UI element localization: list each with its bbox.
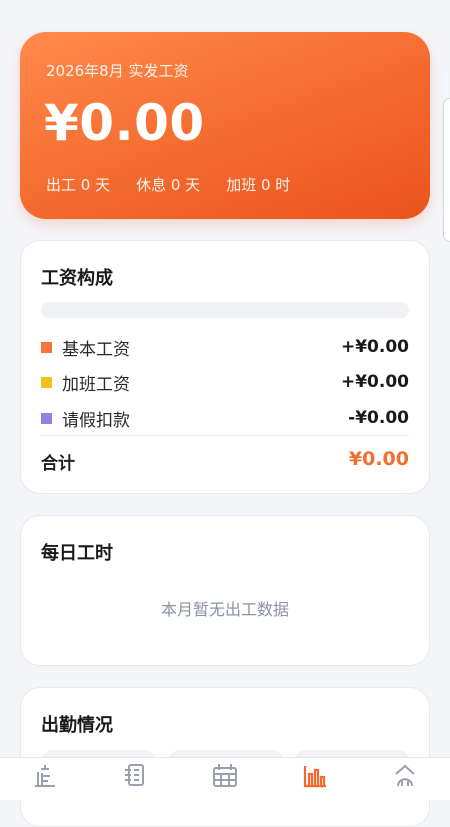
breakdown-item-leave-deduction: 请假扣款 -¥0.00 [41,406,409,431]
rest-days-stat: 休息 0 天 [136,176,201,194]
breakdown-item-label: 基本工资 [62,339,130,360]
daily-hours-card: 每日工时 本月暂无出工数据 [20,515,430,666]
salary-summary-card: 2026年8月 实发工资 ¥0.00 出工 0 天 休息 0 天 加班 0 时 [20,32,430,219]
total-label: 合计 [41,454,75,474]
tab-statistics[interactable] [270,758,360,800]
work-days-stat: 出工 0 天 [46,176,111,194]
legend-swatch [41,376,52,388]
salary-period: 2026年8月 实发工资 [46,62,189,80]
side-drawer-handle[interactable] [443,98,450,242]
empty-state-text: 本月暂无出工数据 [160,600,289,619]
bottom-tab-bar [0,757,450,800]
breakdown-title: 工资构成 [41,268,113,289]
legend-swatch [41,412,52,424]
daily-hours-title: 每日工时 [41,543,113,564]
total-value: ¥0.00 [348,448,409,470]
profile-icon [395,764,415,787]
tab-calendar[interactable] [180,758,270,800]
ledger-icon [125,764,144,786]
home-icon [35,765,55,787]
breakdown-item-value: +¥0.00 [340,372,409,392]
attendance-title: 出勤情况 [41,715,113,736]
bar-chart-icon [303,766,326,788]
breakdown-item-label: 加班工资 [62,374,130,395]
overtime-stat: 加班 0 时 [226,176,291,194]
breakdown-item-label: 请假扣款 [62,410,130,431]
salary-breakdown-card: 工资构成 基本工资 +¥0.00 加班工资 +¥0.00 请假扣款 -¥0.00… [20,240,430,494]
tab-ledger[interactable] [90,758,180,800]
attendance-stats: 出工 0 天 休息 0 天 加班 0 时 [46,174,290,195]
breakdown-bar [41,302,409,318]
salary-amount: ¥0.00 [44,94,205,152]
breakdown-item-value: +¥0.00 [340,337,409,357]
tab-home[interactable] [0,758,90,800]
breakdown-item-base-pay: 基本工资 +¥0.00 [41,335,409,360]
legend-swatch [41,341,52,353]
breakdown-item-value: -¥0.00 [348,408,409,428]
breakdown-item-overtime-pay: 加班工资 +¥0.00 [41,370,409,395]
calendar-icon [213,764,237,787]
tab-profile[interactable] [360,758,450,800]
divider [41,435,409,436]
